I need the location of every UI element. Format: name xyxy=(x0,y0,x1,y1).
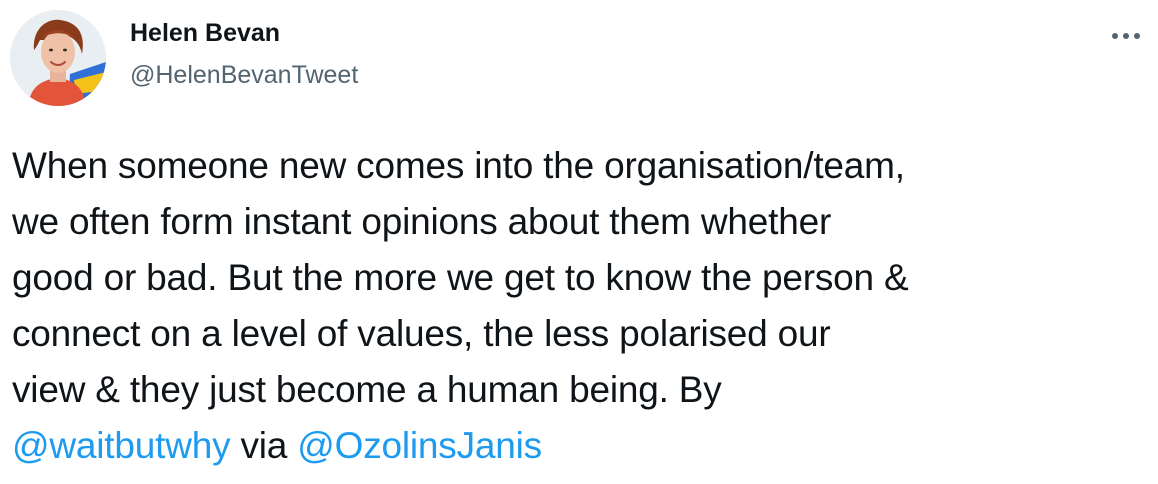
avatar[interactable] xyxy=(10,10,106,106)
tweet-text-line: When someone new comes into the organisa… xyxy=(12,145,905,186)
mention-link-waitbutwhy[interactable]: @waitbutwhy xyxy=(12,425,231,466)
tweet-text-line: good or bad. But the more we get to know… xyxy=(12,257,909,298)
more-options-button[interactable] xyxy=(1104,20,1148,52)
tweet-text-line-mentions: @waitbutwhy via @OzolinsJanis xyxy=(12,418,1152,474)
user-handle[interactable]: @HelenBevanTweet xyxy=(130,58,358,92)
tweet-text-line: we often form instant opinions about the… xyxy=(12,201,832,242)
via-text: via xyxy=(230,425,298,466)
display-name[interactable]: Helen Bevan xyxy=(130,16,358,50)
tweet-card: Helen Bevan @HelenBevanTweet When someon… xyxy=(0,0,1158,484)
user-info: Helen Bevan @HelenBevanTweet xyxy=(130,16,358,92)
tweet-text-line: connect on a level of values, the less p… xyxy=(12,313,831,354)
mention-link-ozolinsjanis[interactable]: @OzolinsJanis xyxy=(297,425,542,466)
tweet-text-line: view & they just become a human being. B… xyxy=(12,369,722,410)
profile-photo-icon xyxy=(10,10,106,106)
tweet-text: When someone new comes into the organisa… xyxy=(12,138,1152,474)
more-options-icon xyxy=(1112,33,1140,39)
